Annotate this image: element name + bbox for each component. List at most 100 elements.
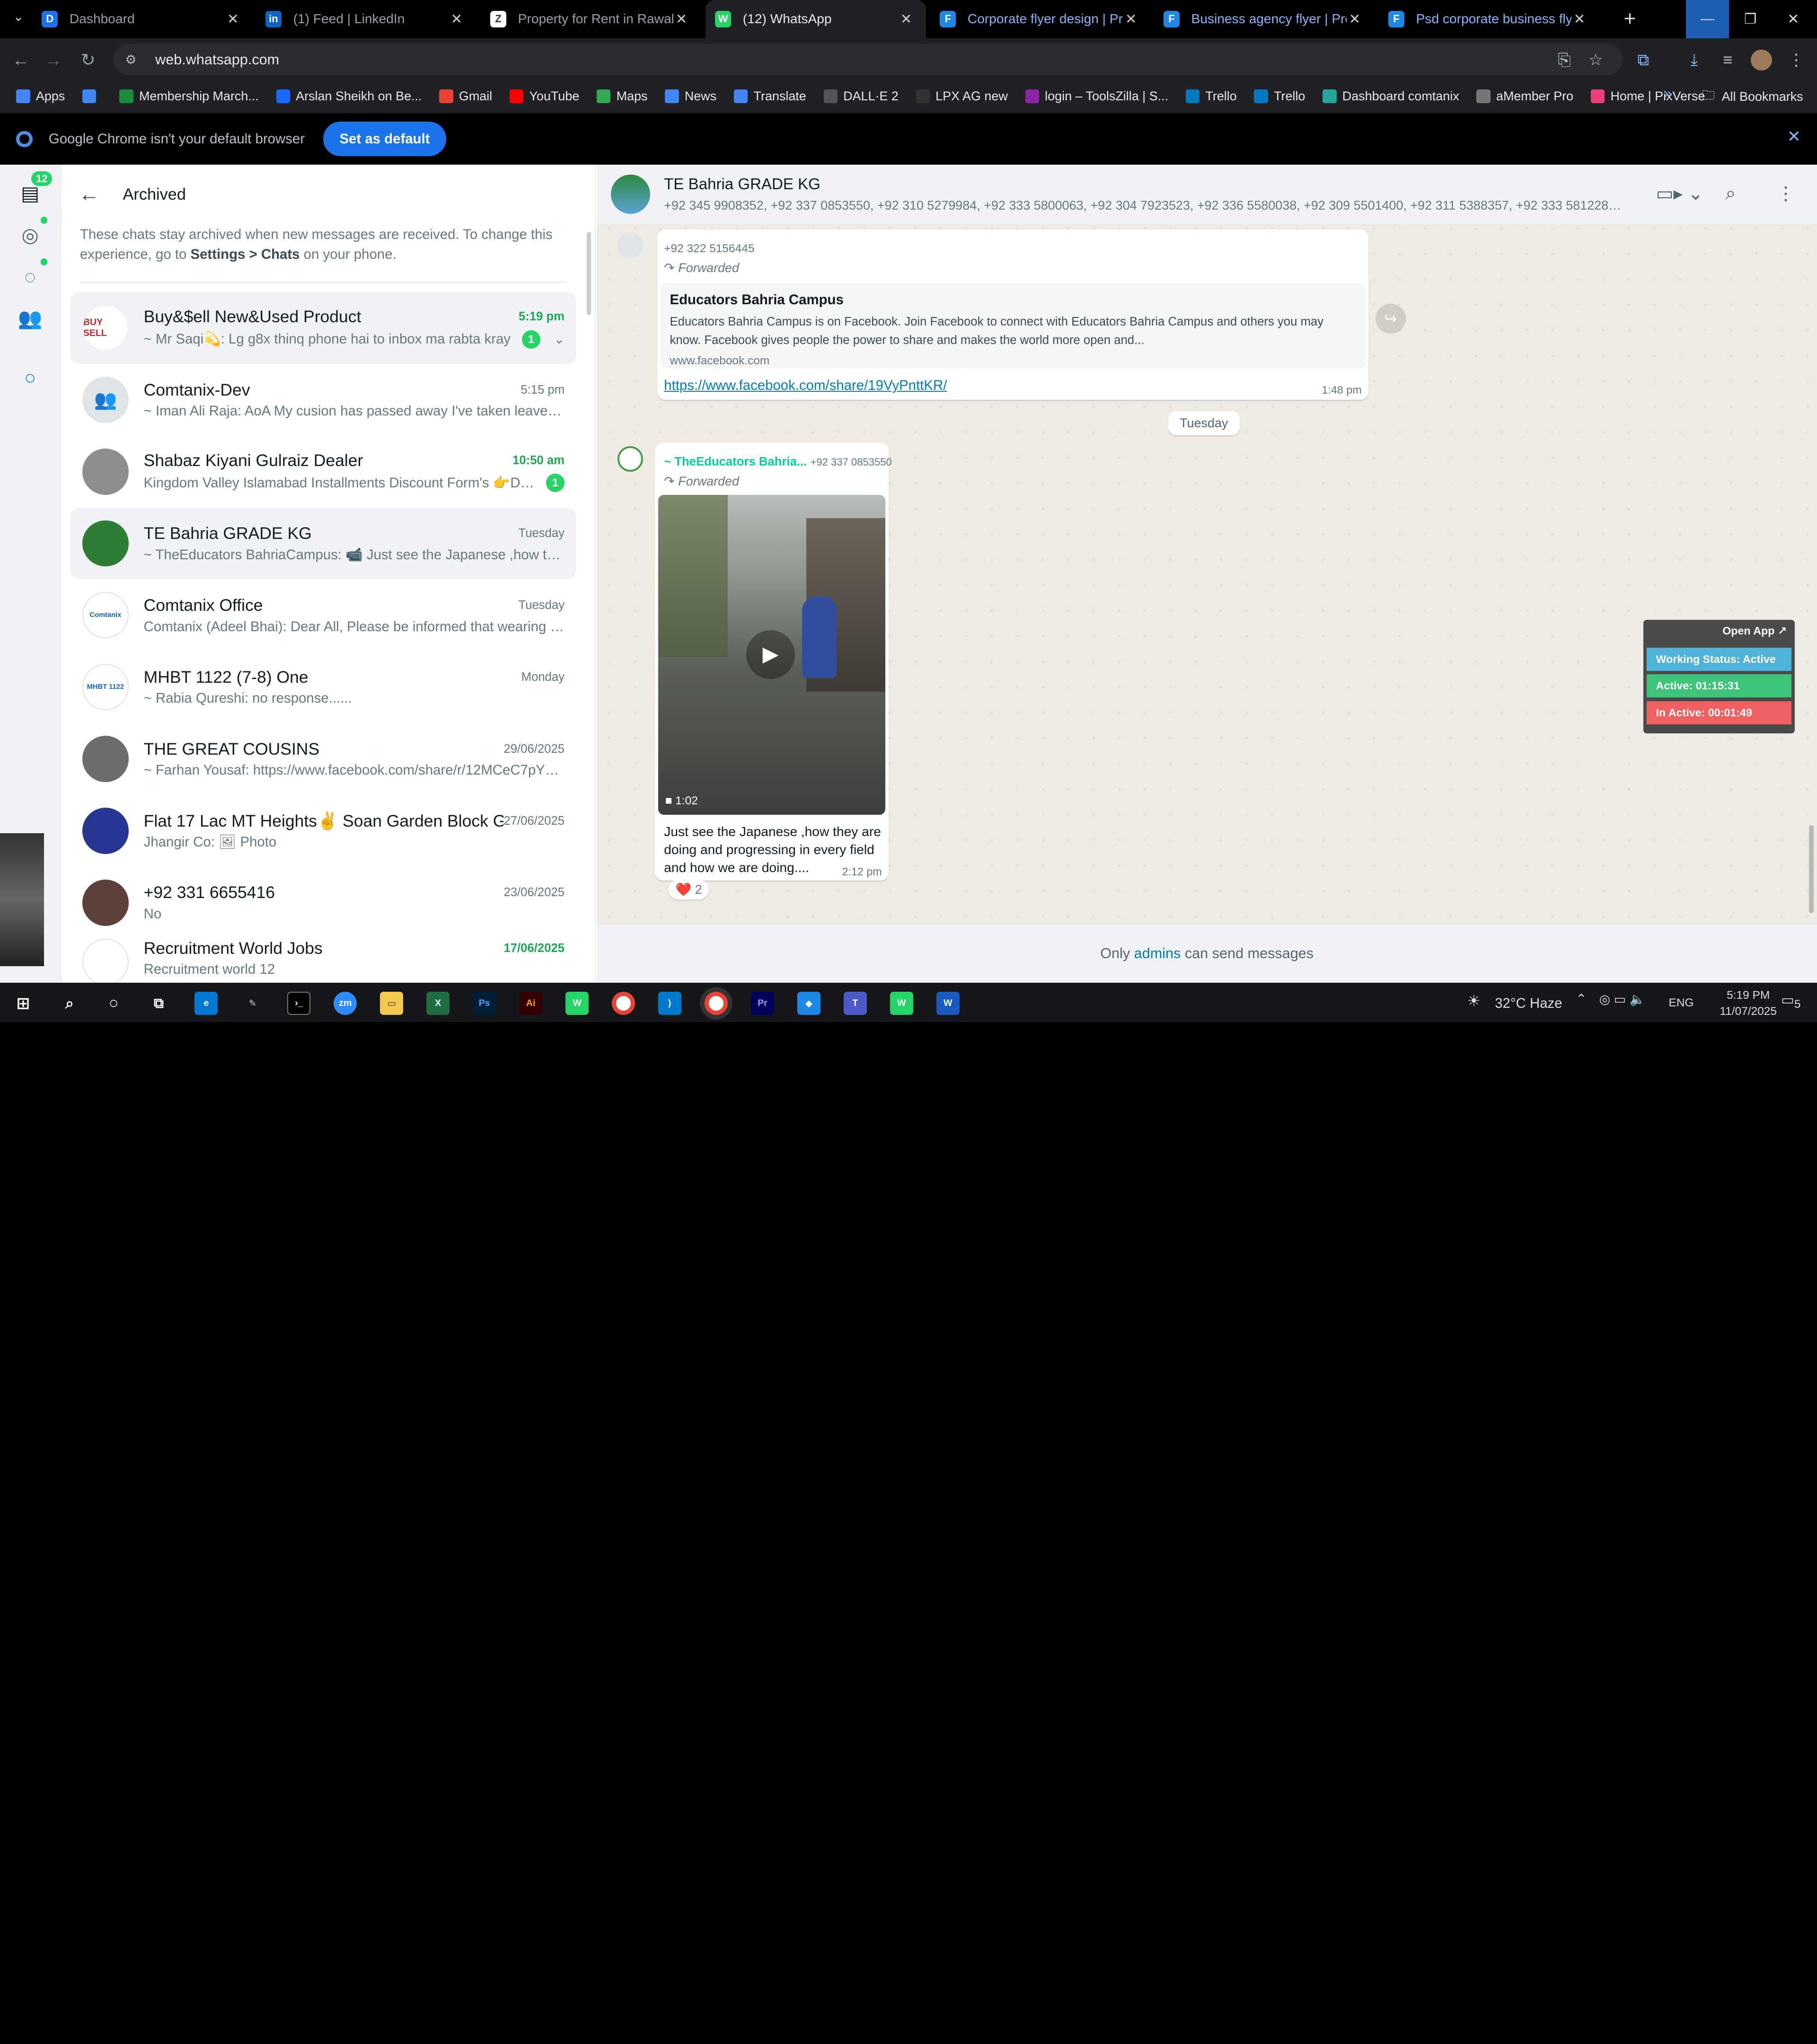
video-thumbnail[interactable]: ▶ ■ 1:02 xyxy=(658,494,886,815)
bookmark-10[interactable]: DALL·E 2 xyxy=(823,89,899,104)
message-bubble[interactable]: +92 322 5156445 ↷ Forwarded Educators Ba… xyxy=(657,229,1369,400)
illustrator-icon[interactable]: Ai xyxy=(519,992,543,1015)
cortana-icon[interactable]: ○ xyxy=(102,992,125,1015)
chrome-active-icon[interactable] xyxy=(704,992,728,1015)
tab-4[interactable]: W (12) WhatsApp ✕ xyxy=(706,0,926,38)
tab-2[interactable]: in (1) Feed | LinkedIn ✕ xyxy=(256,0,476,38)
meta-ai-icon[interactable]: ○ xyxy=(16,364,44,392)
bookmark-12[interactable]: login – ToolsZilla | S... xyxy=(1025,89,1168,104)
close-window-button[interactable]: ✕ xyxy=(1772,0,1815,38)
chat-avatar[interactable]: MHBT 1122 xyxy=(82,664,129,711)
download-icon[interactable]: ⤓ xyxy=(1683,49,1706,72)
channels-icon[interactable]: ◌ xyxy=(16,263,44,291)
bookmark-8[interactable]: News xyxy=(665,89,716,104)
weather-icon[interactable]: ☀ xyxy=(1467,992,1481,1010)
chat-avatar[interactable] xyxy=(82,807,129,854)
all-bookmarks-button[interactable]: 🗀 All Bookmarks xyxy=(1702,86,1803,107)
install-app-icon[interactable]: ⎘ xyxy=(1553,49,1576,72)
chrome-menu-icon[interactable]: ⋮ xyxy=(1784,49,1808,72)
whatsapp-taskbar-icon[interactable]: W xyxy=(565,992,589,1015)
tab-search-icon[interactable]: ⌄ xyxy=(7,9,30,30)
close-tab-icon[interactable]: ✕ xyxy=(898,11,914,27)
conversation-scrollbar[interactable] xyxy=(1808,825,1814,913)
chat-avatar[interactable]: 👥 xyxy=(82,376,129,423)
sender-avatar[interactable] xyxy=(617,446,644,472)
address-bar[interactable]: ⚙ web.whatsapp.com xyxy=(114,44,1623,76)
chat-item[interactable]: 👥 Comtanix-Dev 5:15 pm ~ Iman Ali Raja: AoA… xyxy=(71,364,576,436)
sender-avatar[interactable] xyxy=(617,233,644,259)
language-indicator[interactable]: ENG xyxy=(1669,996,1694,1010)
app-icon[interactable]: ◆ xyxy=(797,992,820,1015)
chat-avatar[interactable] xyxy=(82,520,129,567)
site-info-icon[interactable]: ⚙ xyxy=(125,53,141,67)
bookmark-3[interactable]: Membership March... xyxy=(119,89,259,104)
excel-icon[interactable]: X xyxy=(426,992,450,1015)
chat-avatar[interactable] xyxy=(82,938,129,983)
weather-text[interactable]: 32°C Haze xyxy=(1495,996,1562,1012)
close-banner-icon[interactable]: ✕ xyxy=(1787,127,1801,146)
bookmarks-overflow-icon[interactable]: » xyxy=(1664,86,1672,102)
new-tab-button[interactable]: + xyxy=(1608,0,1651,38)
photoshop-icon[interactable]: Ps xyxy=(473,992,496,1015)
forward-icon[interactable]: → xyxy=(42,49,65,72)
close-tab-icon[interactable]: ✕ xyxy=(1123,11,1139,27)
bookmark-15[interactable]: Dashboard comtanix xyxy=(1323,89,1459,104)
chat-item[interactable]: Flat 17 Lac MT Heights✌️ Soan Garden Blo… xyxy=(71,795,576,867)
chat-avatar[interactable]: Comtanix xyxy=(82,592,129,639)
scrollbar[interactable] xyxy=(586,231,591,316)
teams-icon[interactable]: T xyxy=(843,992,867,1015)
bookmark-11[interactable]: LPX AG new xyxy=(916,89,1008,104)
chat-item[interactable]: Recruitment World Jobs 17/06/2025 Recruitm… xyxy=(71,938,576,983)
chat-item[interactable]: THE GREAT COUSINS 29/06/2025 ~ Farhan Yous… xyxy=(71,723,576,795)
close-tab-icon[interactable]: ✕ xyxy=(1571,11,1588,27)
communities-icon[interactable]: 👥 xyxy=(16,305,44,333)
status-icon[interactable]: ◎ xyxy=(16,221,44,249)
reaction-pill[interactable]: ❤️ 2 xyxy=(669,879,709,899)
close-tab-icon[interactable]: ✕ xyxy=(225,11,241,27)
menu-icon[interactable]: ⋮ xyxy=(1776,183,1795,204)
tab-6[interactable]: F Business agency flyer | Premiu✕ xyxy=(1154,0,1374,38)
bookmark-16[interactable]: aMember Pro xyxy=(1476,89,1573,104)
bookmark-4[interactable]: Arslan Sheikh on Be... xyxy=(276,89,422,104)
notifications-icon[interactable]: ▭5 xyxy=(1781,992,1800,1011)
tray-icons[interactable]: ◎ ▭ 🔈 xyxy=(1599,992,1645,1007)
reload-icon[interactable]: ↻ xyxy=(77,49,100,72)
chat-item[interactable]: BUY SELL Buy&$ell New&Used Product 5:19 pm… xyxy=(71,292,576,364)
chat-avatar[interactable] xyxy=(82,879,129,926)
pen-icon[interactable]: ✎ xyxy=(241,992,264,1015)
tab-3[interactable]: Z Property for Rent in Rawalpindi✕ xyxy=(481,0,701,38)
bookmark-star-icon[interactable]: ☆ xyxy=(1584,49,1607,72)
chat-item[interactable]: TE Bahria GRADE KG Tuesday ~ TheEducators … xyxy=(71,507,576,580)
extensions-icon[interactable]: ⧉ xyxy=(1632,49,1655,72)
chat-avatar[interactable] xyxy=(82,448,129,495)
chat-item[interactable]: +92 331 6655416 23/06/2025 No xyxy=(71,867,576,939)
chat-avatar[interactable] xyxy=(82,736,129,782)
chat-item[interactable]: Comtanix Comtanix Office Tuesday Comtanix (… xyxy=(71,579,576,651)
media-control-icon[interactable]: ≡ xyxy=(1716,49,1739,72)
conversation-header[interactable]: TE Bahria GRADE KG +92 345 9908352, +92 … xyxy=(597,164,1817,225)
play-icon[interactable]: ▶ xyxy=(746,630,795,679)
bookmark-5[interactable]: Gmail xyxy=(439,89,492,104)
tab-7[interactable]: F Psd corporate business flyer de✕ xyxy=(1379,0,1599,38)
forward-share-icon[interactable]: ↪ xyxy=(1375,303,1406,334)
bookmark-9[interactable]: Translate xyxy=(733,89,806,104)
admins-link[interactable]: admins xyxy=(1134,945,1181,961)
close-tab-icon[interactable]: ✕ xyxy=(449,11,465,27)
vscode-icon[interactable]: ⟩ xyxy=(658,992,681,1015)
search-taskbar-icon[interactable]: ⌕ xyxy=(58,992,81,1015)
terminal-icon[interactable]: ›_ xyxy=(287,992,311,1015)
whatsapp-app-icon[interactable]: W xyxy=(890,992,913,1015)
chat-avatar[interactable]: BUY SELL xyxy=(82,305,129,351)
bookmark-14[interactable]: Trello xyxy=(1254,89,1305,104)
chat-item[interactable]: MHBT 1122 MHBT 1122 (7-8) One Monday ~ Rabi… xyxy=(71,651,576,723)
message-sender[interactable]: ~ TheEducators Bahria... xyxy=(664,455,807,468)
group-avatar[interactable] xyxy=(610,174,650,214)
open-app-link[interactable]: Open App ↗ xyxy=(1647,625,1791,645)
start-icon[interactable]: ⊞ xyxy=(11,992,35,1015)
bookmark-13[interactable]: Trello xyxy=(1185,89,1237,104)
file-explorer-icon[interactable]: ▭ xyxy=(380,992,404,1015)
clock[interactable]: 5:19 PM 11/07/2025 xyxy=(1720,987,1777,1020)
back-icon[interactable]: ← xyxy=(9,49,33,72)
chat-item[interactable]: Shabaz Kiyani Gulraiz Dealer 10:50 am King… xyxy=(71,436,576,508)
link-preview[interactable]: Educators Bahria Campus Educators Bahria… xyxy=(660,282,1367,369)
